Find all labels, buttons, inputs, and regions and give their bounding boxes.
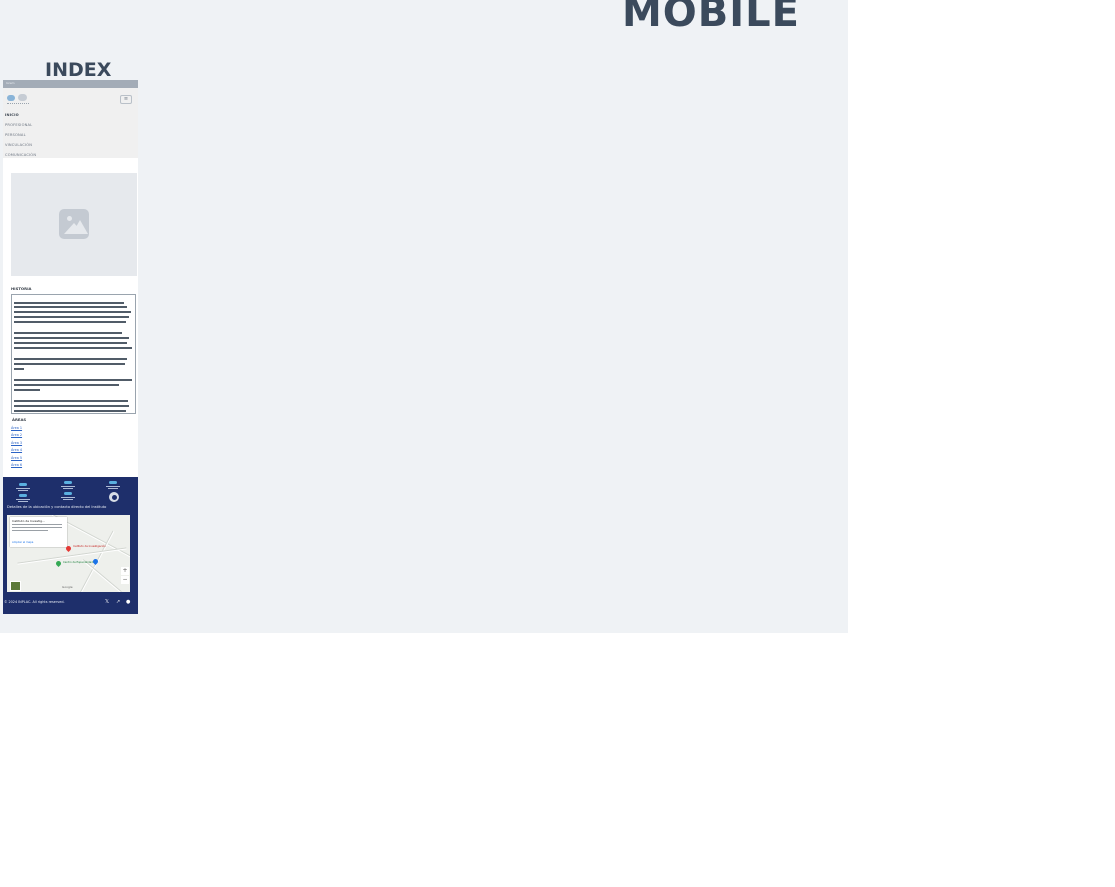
embedded-map[interactable]: Instituto de Investig... Ampliar el mapa… <box>7 515 130 592</box>
map-info-card: Instituto de Investig... Ampliar el mapa <box>10 517 67 547</box>
top-bar: lorem <box>3 80 138 88</box>
image-placeholder-icon <box>59 209 89 239</box>
crest-logo[interactable] <box>109 492 119 502</box>
redacted-line <box>14 306 127 308</box>
x-icon[interactable]: 𝕏 <box>105 600 109 605</box>
nav-item-comunicacion[interactable]: COMUNICACIÓN <box>5 150 36 160</box>
map-zoom-in-button[interactable]: + <box>121 567 129 575</box>
nav-item-inicio[interactable]: INICIO <box>5 110 36 120</box>
site-logo[interactable] <box>7 94 29 104</box>
nav-header: ≡ INICIO PROFESIONAL PERSONAL VINCULACIÓ… <box>3 88 138 158</box>
map-satellite-toggle[interactable] <box>10 581 21 591</box>
redacted-line <box>14 316 129 318</box>
redacted-line <box>14 321 126 323</box>
mobile-frame-preview[interactable]: lorem ≡ INICIO PROFESIONAL PERSONAL VINC… <box>3 80 138 614</box>
redacted-line <box>14 389 40 391</box>
map-pin-icon[interactable] <box>54 559 63 568</box>
redacted-line <box>14 337 129 339</box>
nav-item-personal[interactable]: PERSONAL <box>5 130 36 140</box>
area-link-3[interactable]: Área 3 <box>11 440 22 447</box>
area-link-4[interactable]: Área 4 <box>11 447 22 454</box>
redacted-line <box>14 363 125 365</box>
map-pin-icon[interactable] <box>64 544 73 553</box>
redacted-line <box>14 358 127 360</box>
area-link-5[interactable]: Área 5 <box>11 455 22 462</box>
map-place-name: Instituto de Investig... <box>12 519 45 523</box>
map-pin-label: Instituto de Investigación <box>73 545 106 548</box>
facebook-icon[interactable]: ● <box>126 600 130 605</box>
redacted-line <box>14 410 126 412</box>
footer-title: Detalles de la ubicación y contacto dire… <box>7 505 107 509</box>
redacted-line <box>14 368 24 370</box>
redacted-line <box>14 332 122 334</box>
history-title: HISTORIA <box>11 286 32 291</box>
partner-logo[interactable] <box>106 481 120 490</box>
map-google-brand: Google <box>62 585 73 589</box>
redacted-line <box>14 379 132 381</box>
map-pin-label: Centro de Especialidades <box>63 561 96 564</box>
areas-title: ÁREAS <box>12 417 27 422</box>
area-link-6[interactable]: Área 6 <box>11 462 22 469</box>
mobile-heading: MOBILE <box>622 0 800 36</box>
external-link-icon[interactable]: ↗ <box>116 600 120 605</box>
hamburger-icon[interactable]: ≡ <box>120 95 132 104</box>
map-place-address <box>12 524 62 533</box>
map-enlarge-link[interactable]: Ampliar el mapa <box>12 541 33 544</box>
copyright: © 2024 INPLAC. All rights reserved. <box>4 600 65 604</box>
partner-logo[interactable] <box>16 483 30 492</box>
footer: Detalles de la ubicación y contacto dire… <box>3 477 138 614</box>
redacted-line <box>14 311 131 313</box>
nav-item-vinculacion[interactable]: VINCULACIÓN <box>5 140 36 150</box>
redacted-line <box>14 342 127 344</box>
redacted-line <box>14 384 119 386</box>
redacted-line <box>14 347 132 349</box>
index-heading: INDEX <box>45 59 112 81</box>
redacted-line <box>14 405 129 407</box>
top-bar-text: lorem <box>6 81 15 85</box>
nav-menu: INICIO PROFESIONAL PERSONAL VINCULACIÓN … <box>5 110 36 160</box>
area-links: Área 1 Área 2 Área 3 Área 4 Área 5 Área … <box>11 425 22 469</box>
redacted-line <box>14 400 128 402</box>
area-link-1[interactable]: Área 1 <box>11 425 22 432</box>
partner-logo[interactable] <box>16 494 30 503</box>
partner-logo[interactable] <box>61 492 75 501</box>
area-link-2[interactable]: Área 2 <box>11 432 22 439</box>
hero-image-placeholder <box>11 173 137 276</box>
nav-item-profesional[interactable]: PROFESIONAL <box>5 120 36 130</box>
partner-logo[interactable] <box>61 481 75 490</box>
map-zoom-out-button[interactable]: − <box>121 576 129 584</box>
history-text-box <box>11 294 136 414</box>
redacted-line <box>14 302 124 304</box>
canvas: MOBILE INDEX lorem ≡ INICIO PROFESIONAL … <box>0 0 848 633</box>
